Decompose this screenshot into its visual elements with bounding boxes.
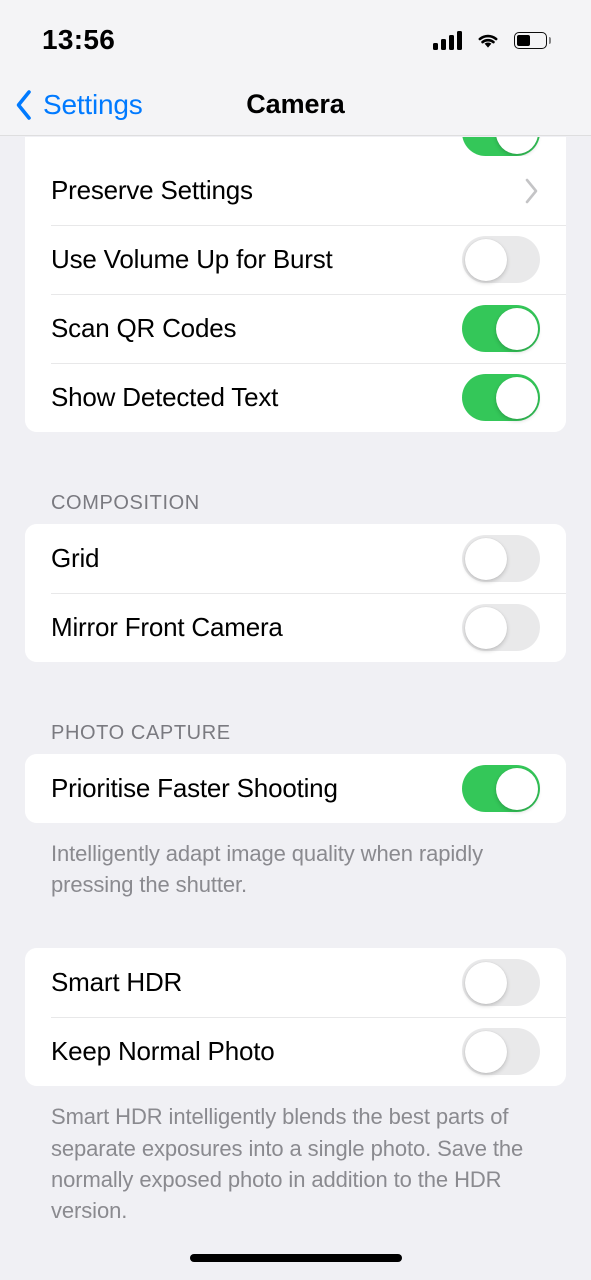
row-keep-normal-photo[interactable]: Keep Normal Photo bbox=[25, 1017, 566, 1087]
chevron-right-icon bbox=[524, 177, 540, 205]
row-show-detected-text[interactable]: Show Detected Text bbox=[25, 363, 566, 432]
section-header-photo-capture: PHOTO CAPTURE bbox=[51, 722, 231, 744]
settings-group-composition: Grid Mirror Front Camera bbox=[25, 524, 566, 662]
section-header-composition: COMPOSITION bbox=[51, 492, 200, 514]
row-label: Smart HDR bbox=[51, 967, 183, 998]
row-preserve-settings[interactable]: Preserve Settings bbox=[25, 156, 566, 225]
toggle-switch[interactable] bbox=[462, 959, 540, 1007]
toggle-switch[interactable] bbox=[462, 535, 540, 582]
row-smart-hdr[interactable]: Smart HDR bbox=[25, 948, 566, 1018]
settings-scroll-view[interactable]: Preserve Settings Use Volume Up for Burs… bbox=[0, 137, 591, 1280]
status-bar-time: 13:56 bbox=[42, 24, 116, 55]
row-use-volume-up-for-burst[interactable]: Use Volume Up for Burst bbox=[25, 225, 566, 294]
toggle-switch[interactable] bbox=[462, 137, 540, 156]
row-label: Keep Normal Photo bbox=[51, 1036, 275, 1067]
toggle-switch[interactable] bbox=[462, 236, 540, 283]
battery-icon bbox=[514, 31, 551, 49]
toggle-switch[interactable] bbox=[462, 604, 540, 651]
chevron-left-icon bbox=[14, 89, 34, 121]
settings-group-general: Preserve Settings Use Volume Up for Burs… bbox=[25, 137, 566, 432]
table-row[interactable] bbox=[25, 137, 566, 156]
row-mirror-front-camera[interactable]: Mirror Front Camera bbox=[25, 593, 566, 662]
row-label: Use Volume Up for Burst bbox=[51, 244, 333, 274]
back-button-label: Settings bbox=[43, 88, 143, 120]
cellular-bars-icon bbox=[433, 30, 462, 50]
toggle-switch[interactable] bbox=[462, 1028, 540, 1076]
section-footer-photo-capture: Intelligently adapt image quality when r… bbox=[51, 841, 483, 898]
row-prioritise-faster-shooting[interactable]: Prioritise Faster Shooting bbox=[25, 754, 566, 823]
status-bar-indicators bbox=[433, 25, 551, 50]
toggle-switch[interactable] bbox=[462, 374, 540, 421]
row-grid[interactable]: Grid bbox=[25, 524, 566, 593]
row-label: Preserve Settings bbox=[51, 175, 253, 205]
section-footer-smart-hdr: Smart HDR intelligently blends the best … bbox=[51, 1104, 524, 1224]
navigation-bar: Camera Settings bbox=[0, 74, 591, 136]
iphone-settings-screen: 13:56 Camera Settings Preserve Settings … bbox=[0, 0, 591, 1280]
row-label: Show Detected Text bbox=[51, 382, 279, 412]
row-label: Scan QR Codes bbox=[51, 313, 237, 343]
settings-group-smart-hdr: Smart HDR Keep Normal Photo bbox=[25, 948, 566, 1087]
back-button[interactable]: Settings bbox=[14, 89, 143, 121]
row-label: Prioritise Faster Shooting bbox=[51, 773, 338, 803]
settings-group-photo-capture: Prioritise Faster Shooting bbox=[25, 754, 566, 823]
row-scan-qr-codes[interactable]: Scan QR Codes bbox=[25, 294, 566, 363]
home-indicator[interactable] bbox=[189, 1254, 402, 1262]
toggle-switch[interactable] bbox=[462, 305, 540, 352]
row-label: Mirror Front Camera bbox=[51, 612, 283, 642]
row-label: Grid bbox=[51, 543, 100, 573]
status-bar: 13:56 bbox=[0, 0, 591, 74]
wifi-icon bbox=[475, 31, 501, 50]
toggle-switch[interactable] bbox=[462, 765, 540, 812]
